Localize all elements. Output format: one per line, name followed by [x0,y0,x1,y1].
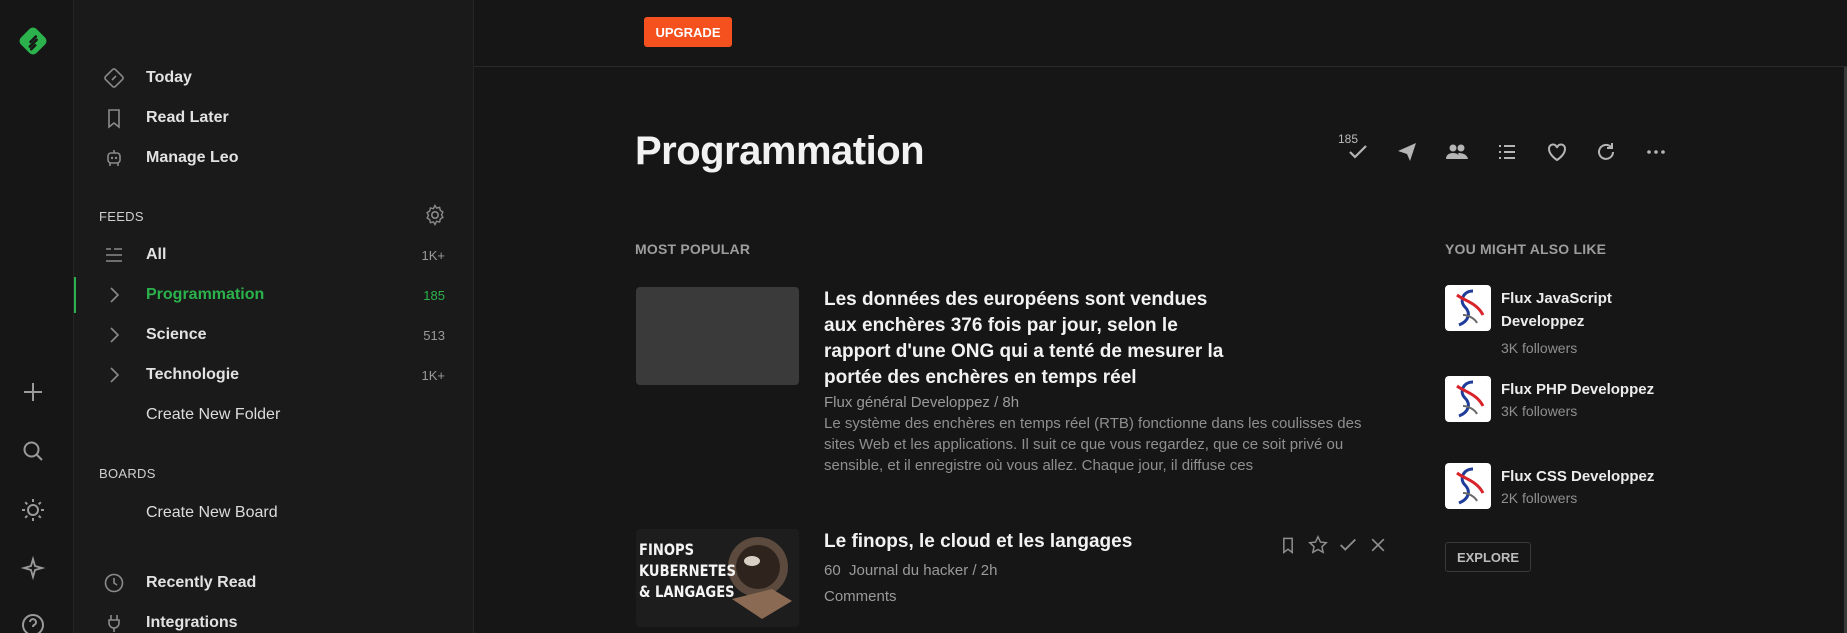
unread-count: 1K+ [421,367,446,383]
article-summary: Le système des enchères en temps réel (R… [824,415,1362,474]
leo-robot-icon [102,146,126,170]
create-new-folder-label: Create New Folder [146,406,281,423]
unread-count: 513 [423,327,445,343]
sidebar-item-label: Recently Read [146,574,257,591]
help-icon[interactable] [20,612,46,633]
you-might-also-like-heading: YOU MIGHT ALSO LIKE [1445,241,1607,257]
recommendation-followers: 3K followers [1501,340,1578,356]
article-thumbnail[interactable] [636,287,799,385]
sidebar-feed-programmation[interactable]: Programmation 185 [74,277,473,313]
chevron-right-icon[interactable] [102,323,126,347]
most-popular-heading: MOST POPULAR [635,241,751,257]
sidebar-item-read-later[interactable]: Read Later [74,100,473,136]
today-icon [102,66,126,90]
recommendation-item[interactable]: Flux PHP Developpez 3K followers [1445,376,1685,436]
sidebar-item-today[interactable]: Today [74,60,473,96]
sidebar-item-label: Science [146,326,207,343]
comments-link[interactable]: Comments [824,588,897,605]
recommendation-item[interactable]: Flux CSS Developpez 2K followers [1445,463,1685,523]
chevron-right-icon[interactable] [102,363,126,387]
sidebar-feed-science[interactable]: Science 513 [74,317,473,353]
ai-sparkle-icon[interactable] [20,555,46,581]
star-icon[interactable] [1306,533,1330,557]
refresh-icon[interactable] [1591,137,1621,167]
sidebar-item-recently-read[interactable]: Recently Read [74,565,473,601]
page-title: Programmation [635,129,925,173]
add-icon[interactable] [20,379,46,405]
sidebar-item-label: Integrations [146,614,238,631]
unread-count: 185 [423,287,445,303]
article-title[interactable]: Le finops, le cloud et les langages [824,529,1224,555]
popularity-count: 60 [824,562,841,579]
thumbnail-text: & LANGAGES [639,582,735,601]
recommendation-name: Flux CSS Developpez [1501,468,1655,485]
recommendation-followers: 2K followers [1501,490,1578,506]
developpez-logo-icon [1445,285,1491,331]
share-icon[interactable] [1392,137,1422,167]
feeds-section-label: FEEDS [99,209,144,224]
search-icon[interactable] [20,438,46,464]
recommendation-name: Flux JavaScript Developpez [1501,290,1612,330]
create-new-board-label: Create New Board [146,504,278,521]
upgrade-button[interactable]: UPGRADE [644,17,732,47]
team-icon[interactable] [1442,137,1472,167]
bookmark-icon[interactable] [1276,533,1300,557]
icon-rail [0,0,74,633]
create-new-folder-link[interactable]: Create New Folder [74,397,473,433]
theme-icon[interactable] [20,497,46,523]
feedly-logo-icon[interactable] [16,24,50,58]
sidebar: Today Read Later Manage Leo FEEDS All 1K… [74,0,474,633]
article-thumbnail[interactable]: FINOPS KUBERNETES & LANGAGES [636,529,799,627]
main-content: Programmation 185 MOST POPULAR Les donné… [474,67,1844,633]
explore-button[interactable]: EXPLORE [1445,542,1531,572]
recommendation-name: Flux PHP Developpez [1501,381,1655,398]
article-source: Journal du hacker / 2h [849,562,998,579]
unread-count: 1K+ [421,247,446,263]
sidebar-feed-technologie[interactable]: Technologie 1K+ [74,357,473,393]
mark-read-icon[interactable] [1343,137,1373,167]
sidebar-item-manage-leo[interactable]: Manage Leo [74,140,473,176]
sidebar-item-label: Technologie [146,366,240,383]
top-bar: UPGRADE [474,0,1847,67]
sidebar-item-label: All [146,246,167,263]
chevron-right-icon[interactable] [102,283,126,307]
sidebar-item-label: Today [146,69,192,86]
article-meta: Flux général Developpez / 8h [824,394,1020,411]
recommendation-followers: 3K followers [1501,403,1578,419]
clock-icon [102,571,126,595]
sidebar-feed-all[interactable]: All 1K+ [74,237,473,273]
developpez-logo-icon [1445,376,1491,422]
close-icon[interactable] [1366,533,1390,557]
thumbnail-text: KUBERNETES [639,561,736,580]
article-meta-row: 60 Journal du hacker / 2h [824,562,997,579]
bookmark-icon [102,106,126,130]
sidebar-item-label: Manage Leo [146,149,239,166]
sidebar-item-label: Programmation [146,286,265,303]
plug-icon [102,611,126,633]
create-new-board-link[interactable]: Create New Board [74,495,473,531]
recommendation-item[interactable]: Flux JavaScript Developpez 3K followers [1445,285,1685,356]
sidebar-item-label: Read Later [146,109,229,126]
boards-section-label: BOARDS [99,466,156,481]
sidebar-item-integrations[interactable]: Integrations [74,605,473,633]
heart-icon[interactable] [1542,137,1572,167]
list-icon [102,243,126,267]
thumbnail-text: FINOPS [639,540,695,559]
more-icon[interactable] [1641,137,1671,167]
list-view-icon[interactable] [1492,137,1522,167]
developpez-logo-icon [1445,463,1491,509]
feeds-settings-gear-icon[interactable] [423,203,447,227]
check-icon[interactable] [1336,533,1360,557]
article-title[interactable]: Les données des européens sont vendues a… [824,287,1224,391]
